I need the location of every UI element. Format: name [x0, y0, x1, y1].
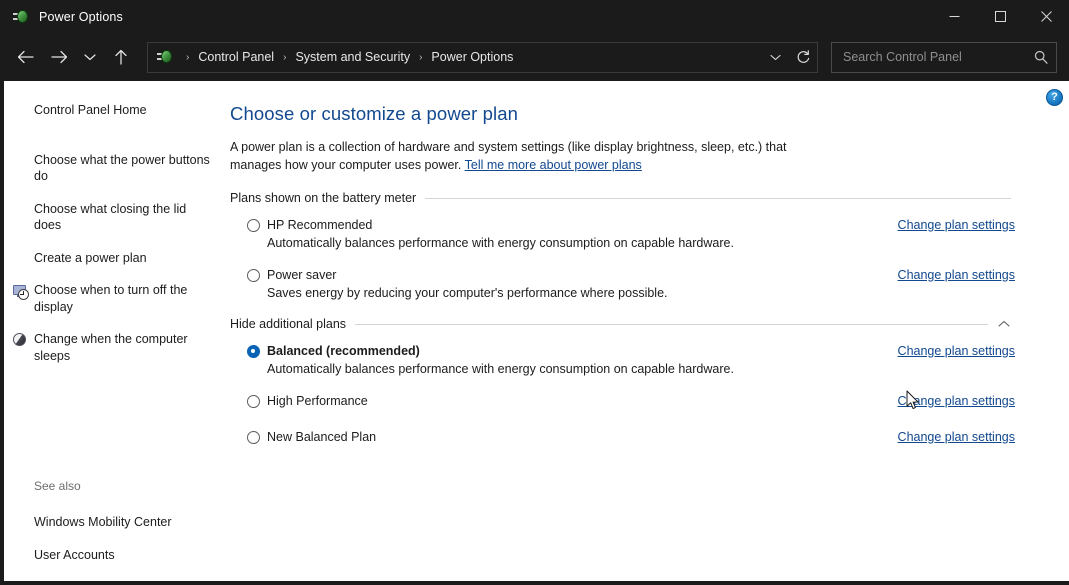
plan-row-new-balanced-plan[interactable]: New Balanced Plan Change plan settings	[230, 429, 1015, 446]
address-dropdown-chevron-down-icon[interactable]	[761, 43, 789, 72]
address-bar: › Control Panel › System and Security › …	[0, 33, 1069, 81]
display-clock-icon	[12, 283, 29, 300]
section-header-battery-meter: Plans shown on the battery meter	[230, 191, 1015, 205]
window-controls	[931, 0, 1069, 33]
plan-row-hp-recommended[interactable]: HP Recommended Change plan settings Auto…	[230, 217, 1015, 252]
plan-row-high-performance[interactable]: High Performance Change plan settings	[230, 393, 1015, 410]
change-plan-settings-high-performance[interactable]: Change plan settings	[898, 393, 1015, 410]
sidebar-item-turn-off-display-label: Choose when to turn off the display	[34, 283, 188, 314]
plan-top-balanced: Balanced (recommended) Change plan setti…	[247, 343, 1015, 360]
title-bar-left: Power Options	[0, 8, 123, 25]
section-rule-additional-plans	[355, 323, 988, 325]
sidebar-item-control-panel-home[interactable]: Control Panel Home	[4, 100, 225, 121]
plan-row-balanced[interactable]: Balanced (recommended) Change plan setti…	[230, 343, 1015, 378]
radio-new-balanced-plan[interactable]	[247, 431, 260, 444]
breadcrumb: Control Panel › System and Security › Po…	[194, 47, 761, 67]
plan-name-hp-recommended: HP Recommended	[267, 218, 373, 232]
radio-balanced[interactable]	[247, 345, 260, 358]
see-also-heading: See also	[34, 479, 81, 493]
breadcrumb-actions	[761, 43, 817, 72]
sidebar-item-turn-off-display[interactable]: Choose when to turn off the display	[4, 280, 225, 317]
breadcrumb-separator-0: ›	[186, 51, 190, 63]
forward-arrow-icon[interactable]	[42, 41, 76, 73]
section-label-battery-meter: Plans shown on the battery meter	[230, 191, 417, 205]
search-icon[interactable]	[1034, 50, 1048, 64]
chevron-up-icon[interactable]	[997, 320, 1011, 328]
intro-paragraph: A power plan is a collection of hardware…	[230, 138, 813, 174]
plan-top-new-balanced-plan: New Balanced Plan Change plan settings	[247, 429, 1015, 446]
search-input[interactable]	[843, 50, 1034, 64]
sidebar-item-computer-sleeps[interactable]: Change when the computer sleeps	[4, 329, 225, 366]
breadcrumb-item-control-panel[interactable]: Control Panel	[194, 47, 278, 67]
plan-list-additional: Balanced (recommended) Change plan setti…	[230, 335, 1015, 446]
see-also-link-windows-mobility-center[interactable]: Windows Mobility Center	[4, 512, 225, 533]
plan-name-balanced: Balanced (recommended)	[267, 344, 420, 358]
plan-list-battery-meter: HP Recommended Change plan settings Auto…	[230, 209, 1015, 302]
search-box[interactable]	[831, 41, 1057, 73]
section-rule-battery-meter	[425, 197, 1011, 199]
up-arrow-icon[interactable]	[104, 41, 138, 73]
window-title: Power Options	[39, 9, 123, 24]
breadcrumb-item-power-options[interactable]: Power Options	[427, 47, 517, 67]
see-also-link-user-accounts[interactable]: User Accounts	[4, 545, 225, 566]
see-also-section: See also Windows Mobility Center User Ac…	[4, 479, 225, 581]
radio-hp-recommended[interactable]	[247, 219, 260, 232]
power-options-window: Power Options › Control Panel › System a…	[0, 0, 1069, 585]
title-bar: Power Options	[0, 0, 1069, 33]
sidebar-item-power-buttons[interactable]: Choose what the power buttons do	[4, 150, 225, 187]
plan-top-high-performance: High Performance Change plan settings	[247, 393, 1015, 410]
breadcrumb-separator-1: ›	[283, 51, 287, 63]
main-inner: Choose or customize a power plan A power…	[225, 103, 1045, 446]
sidebar: Control Panel Home Choose what the power…	[4, 81, 225, 581]
power-plug-icon	[13, 8, 30, 25]
section-label-additional-plans: Hide additional plans	[230, 317, 347, 331]
page-title: Choose or customize a power plan	[230, 103, 519, 124]
breadcrumb-separator-2: ›	[419, 51, 423, 63]
change-plan-settings-new-balanced-plan[interactable]: Change plan settings	[898, 429, 1015, 446]
moon-sleep-icon	[12, 332, 28, 348]
plan-description-hp-recommended: Automatically balances performance with …	[267, 236, 734, 250]
change-plan-settings-hp-recommended[interactable]: Change plan settings	[898, 217, 1015, 234]
plan-top-power-saver: Power saver Change plan settings	[247, 267, 1015, 284]
plan-row-power-saver[interactable]: Power saver Change plan settings Saves e…	[230, 267, 1015, 302]
plan-description-power-saver: Saves energy by reducing your computer's…	[267, 286, 668, 300]
help-button[interactable]: ?	[1046, 89, 1063, 106]
back-arrow-icon[interactable]	[8, 41, 42, 73]
breadcrumb-bar[interactable]: › Control Panel › System and Security › …	[147, 41, 818, 73]
sidebar-item-computer-sleeps-label: Change when the computer sleeps	[34, 332, 188, 363]
recent-locations-chevron-down-icon[interactable]	[76, 41, 104, 73]
maximize-button[interactable]	[977, 0, 1023, 33]
main-content: ? Choose or customize a power plan A pow…	[225, 81, 1069, 581]
plan-top-hp-recommended: HP Recommended Change plan settings	[247, 217, 1015, 234]
plan-name-high-performance: High Performance	[267, 394, 368, 408]
plan-name-new-balanced-plan: New Balanced Plan	[267, 430, 377, 444]
sidebar-item-create-power-plan[interactable]: Create a power plan	[4, 248, 225, 269]
change-plan-settings-power-saver[interactable]: Change plan settings	[898, 267, 1015, 284]
plan-name-power-saver: Power saver	[267, 268, 337, 282]
close-button[interactable]	[1023, 0, 1069, 33]
change-plan-settings-balanced[interactable]: Change plan settings	[898, 343, 1015, 360]
sidebar-item-closing-lid[interactable]: Choose what closing the lid does	[4, 199, 225, 236]
radio-high-performance[interactable]	[247, 395, 260, 408]
breadcrumb-item-system-and-security[interactable]: System and Security	[291, 47, 414, 67]
content-pane: Control Panel Home Choose what the power…	[4, 81, 1069, 581]
minimize-button[interactable]	[931, 0, 977, 33]
section-header-additional-plans[interactable]: Hide additional plans	[230, 317, 1015, 331]
window-body: Control Panel Home Choose what the power…	[0, 81, 1069, 585]
plan-description-balanced: Automatically balances performance with …	[267, 362, 734, 376]
refresh-icon[interactable]	[789, 43, 817, 72]
tell-me-more-link[interactable]: Tell me more about power plans	[465, 158, 642, 172]
breadcrumb-power-plug-icon	[157, 49, 174, 65]
radio-power-saver[interactable]	[247, 269, 260, 282]
